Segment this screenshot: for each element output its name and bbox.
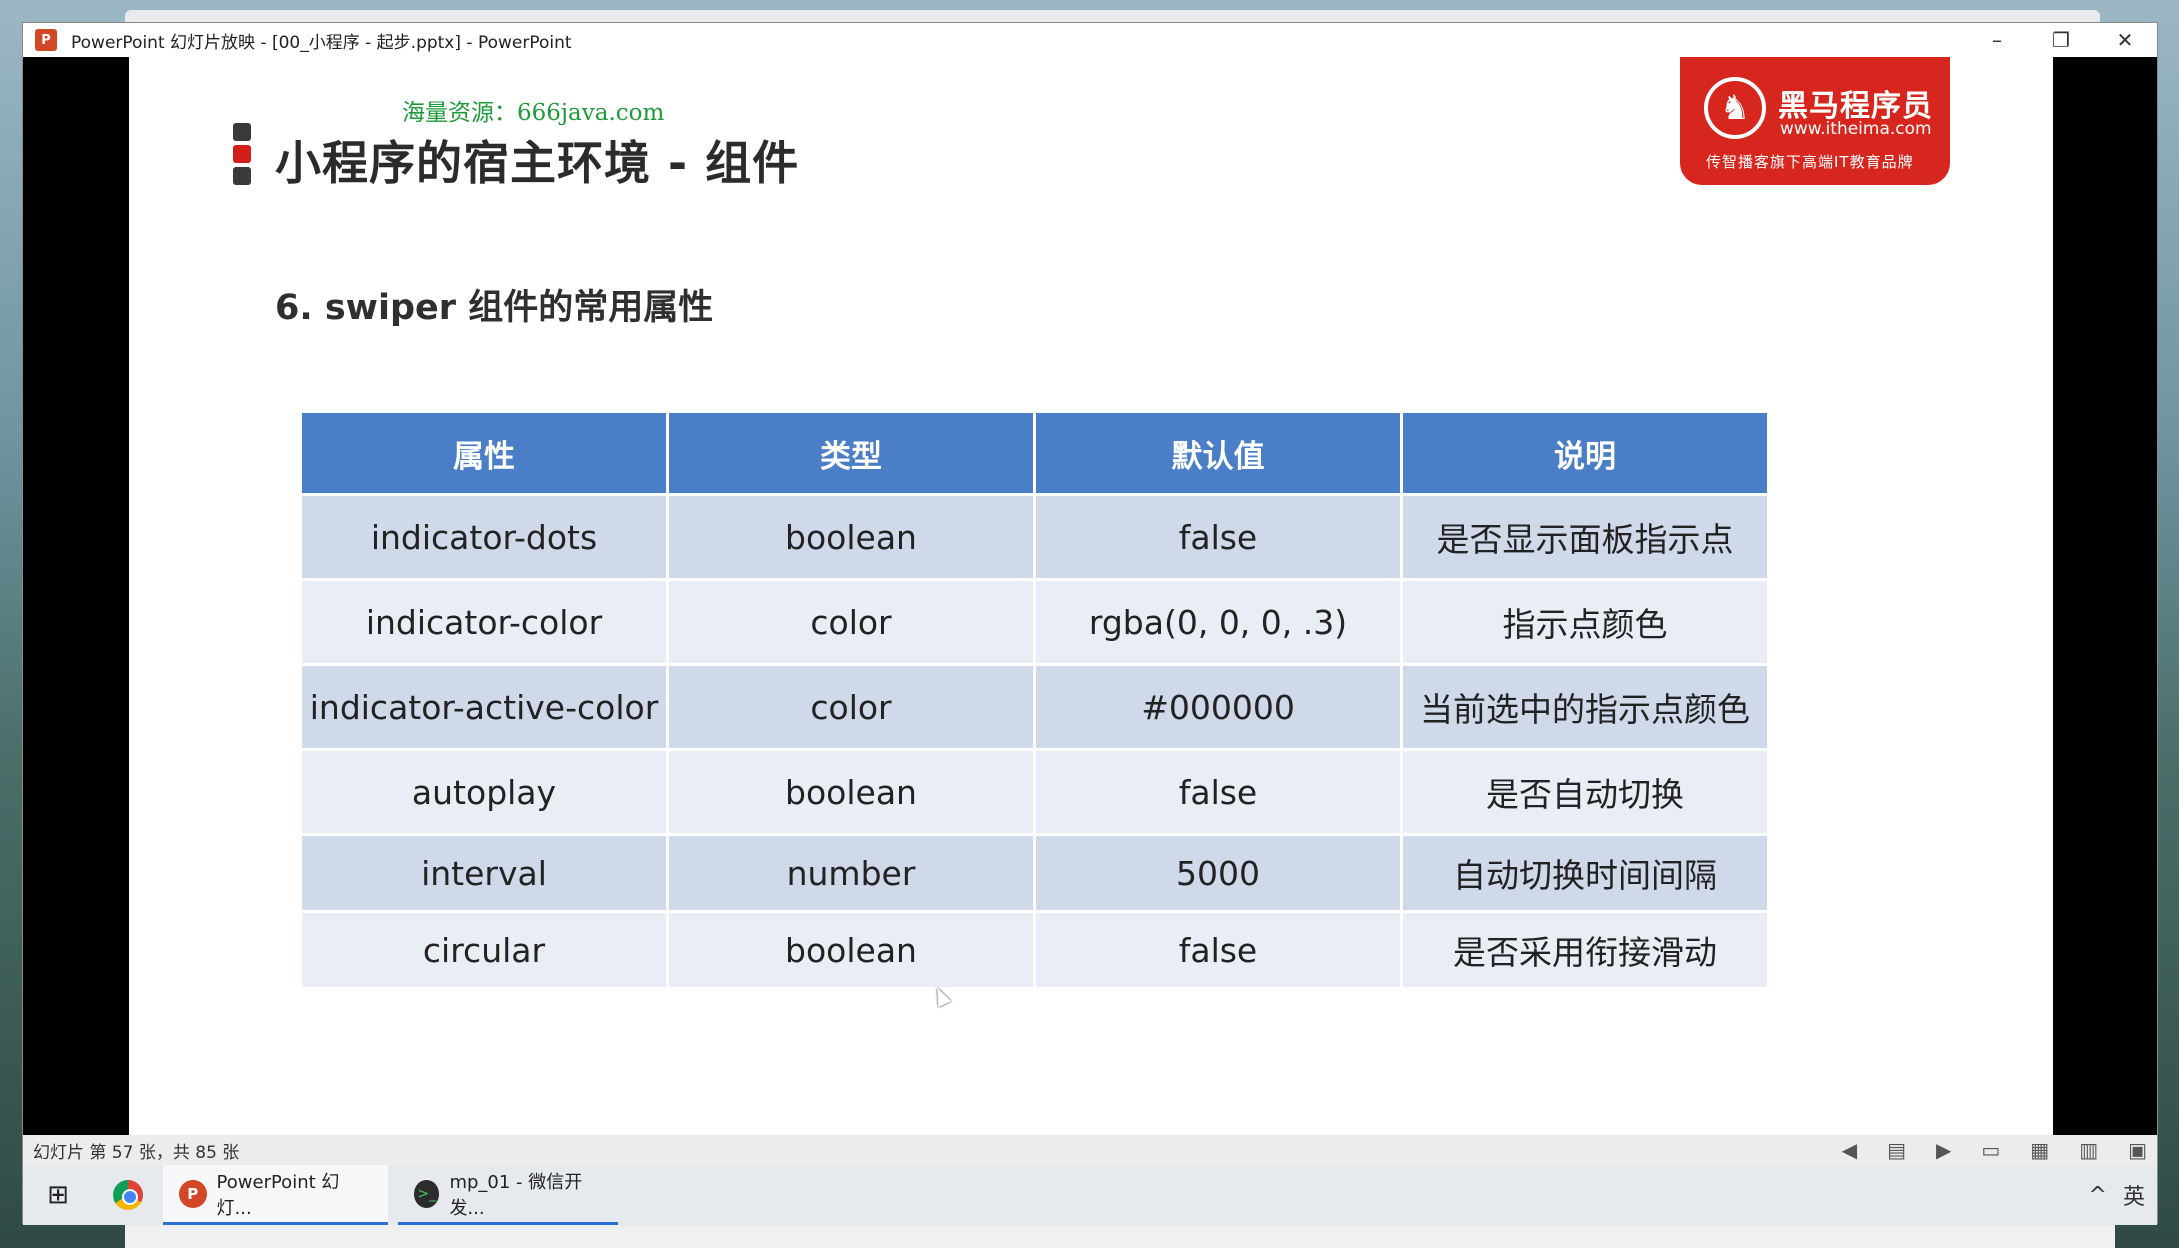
table-cell: boolean — [669, 496, 1033, 578]
logo-url: www.itheima.com — [1780, 119, 1932, 139]
taskbar: ⊞ P PowerPoint 幻灯... >_ mp_01 - 微信开发... … — [23, 1165, 2157, 1225]
table-cell: color — [669, 666, 1033, 748]
logo-slogan: 传智播客旗下高端IT教育品牌 — [1706, 153, 1914, 171]
slide-menu-icon[interactable]: ▤ — [1887, 1138, 1906, 1162]
slide-sorter-icon[interactable]: ▦ — [2030, 1138, 2049, 1162]
reading-view-icon[interactable]: ▥ — [2079, 1138, 2098, 1162]
taskbar-app-powerpoint[interactable]: P PowerPoint 幻灯... — [163, 1165, 388, 1225]
column-header: 说明 — [1403, 413, 1767, 493]
table-row: interval number 5000 自动切换时间间隔 — [302, 836, 1767, 910]
slide-title: 小程序的宿主环境 - 组件 — [275, 136, 800, 190]
taskbar-app-label: PowerPoint 幻灯... — [216, 1171, 340, 1219]
horse-logo-icon: ♞ — [1704, 77, 1766, 139]
slideshow-icon[interactable]: ▣ — [2128, 1138, 2147, 1162]
table-row: indicator-dots boolean false 是否显示面板指示点 — [302, 496, 1767, 578]
table-cell: false — [1036, 913, 1400, 987]
title-bar[interactable]: P PowerPoint 幻灯片放映 - [00_小程序 - 起步.pptx] … — [23, 23, 2157, 57]
background-window-bottom — [125, 1224, 2115, 1248]
table-cell: 指示点颜色 — [1403, 581, 1767, 663]
next-slide-icon[interactable]: ▶ — [1936, 1138, 1951, 1162]
powerpoint-app-icon[interactable]: P — [35, 29, 57, 51]
table-cell: false — [1036, 751, 1400, 833]
table-cell: #000000 — [1036, 666, 1400, 748]
system-tray: ^ 英 — [2089, 1165, 2145, 1225]
powerpoint-window: P PowerPoint 幻灯片放映 - [00_小程序 - 起步.pptx] … — [22, 22, 2158, 1225]
table-cell: circular — [302, 913, 666, 987]
title-bullet-decoration — [233, 123, 251, 189]
bullet-square — [233, 123, 251, 141]
bullet-square — [233, 167, 251, 185]
wechat-devtools-icon: >_ — [414, 1179, 440, 1208]
column-header: 默认值 — [1036, 413, 1400, 493]
watermark-text: 海量资源：666java.com — [402, 100, 665, 126]
swiper-attributes-table: 属性 类型 默认值 说明 indicator-dots boolean fals… — [299, 410, 1770, 990]
restore-button[interactable]: ❐ — [2029, 23, 2093, 57]
bullet-square — [233, 145, 251, 163]
window-controls: – ❐ ✕ — [1965, 23, 2157, 57]
chrome-icon[interactable] — [93, 1165, 163, 1225]
table-row: autoplay boolean false 是否自动切换 — [302, 751, 1767, 833]
windows-start-icon[interactable]: ⊞ — [23, 1165, 93, 1225]
table-row: indicator-active-color color #000000 当前选… — [302, 666, 1767, 748]
minimize-button[interactable]: – — [1965, 23, 2029, 57]
table-cell: 是否显示面板指示点 — [1403, 496, 1767, 578]
table-cell: indicator-dots — [302, 496, 666, 578]
previous-slide-icon[interactable]: ◀ — [1842, 1138, 1857, 1162]
column-header: 属性 — [302, 413, 666, 493]
slide-canvas[interactable]: 海量资源：666java.com 小程序的宿主环境 - 组件 ♞ 黑马程序员 w… — [129, 57, 2053, 1137]
status-bar: 幻灯片 第 57 张，共 85 张 ◀ ▤ ▶ ▭ ▦ ▥ ▣ — [23, 1135, 2157, 1165]
table-cell: 5000 — [1036, 836, 1400, 910]
table-cell: 自动切换时间间隔 — [1403, 836, 1767, 910]
table-row: indicator-color color rgba(0, 0, 0, .3) … — [302, 581, 1767, 663]
table-cell: autoplay — [302, 751, 666, 833]
slide-counter: 幻灯片 第 57 张，共 85 张 — [33, 1142, 240, 1163]
column-header: 类型 — [669, 413, 1033, 493]
table-header-row: 属性 类型 默认值 说明 — [302, 413, 1767, 493]
close-button[interactable]: ✕ — [2093, 23, 2157, 57]
table-cell: boolean — [669, 751, 1033, 833]
itheima-logo: ♞ 黑马程序员 www.itheima.com 传智播客旗下高端IT教育品牌 — [1680, 57, 1950, 185]
table-row: circular boolean false 是否采用衔接滑动 — [302, 913, 1767, 987]
table-cell: 是否采用衔接滑动 — [1403, 913, 1767, 987]
table-cell: number — [669, 836, 1033, 910]
chrome-logo — [113, 1180, 143, 1210]
table-cell: indicator-active-color — [302, 666, 666, 748]
table-cell: rgba(0, 0, 0, .3) — [1036, 581, 1400, 663]
window-title: PowerPoint 幻灯片放映 - [00_小程序 - 起步.pptx] - … — [71, 32, 572, 53]
table-cell: indicator-color — [302, 581, 666, 663]
table-cell: 是否自动切换 — [1403, 751, 1767, 833]
status-bar-controls: ◀ ▤ ▶ ▭ ▦ ▥ ▣ — [1842, 1135, 2147, 1165]
tray-chevron-icon[interactable]: ^ — [2089, 1183, 2107, 1208]
table-cell: boolean — [669, 913, 1033, 987]
taskbar-app-wechat-devtools[interactable]: >_ mp_01 - 微信开发... — [398, 1165, 618, 1225]
table-cell: false — [1036, 496, 1400, 578]
normal-view-icon[interactable]: ▭ — [1981, 1138, 2000, 1162]
taskbar-app-label: mp_01 - 微信开发... — [449, 1171, 583, 1219]
table-cell: color — [669, 581, 1033, 663]
ime-indicator[interactable]: 英 — [2123, 1179, 2145, 1211]
table-cell: 当前选中的指示点颜色 — [1403, 666, 1767, 748]
slide-subtitle: 6. swiper 组件的常用属性 — [275, 288, 714, 328]
powerpoint-icon: P — [179, 1179, 207, 1208]
table-cell: interval — [302, 836, 666, 910]
